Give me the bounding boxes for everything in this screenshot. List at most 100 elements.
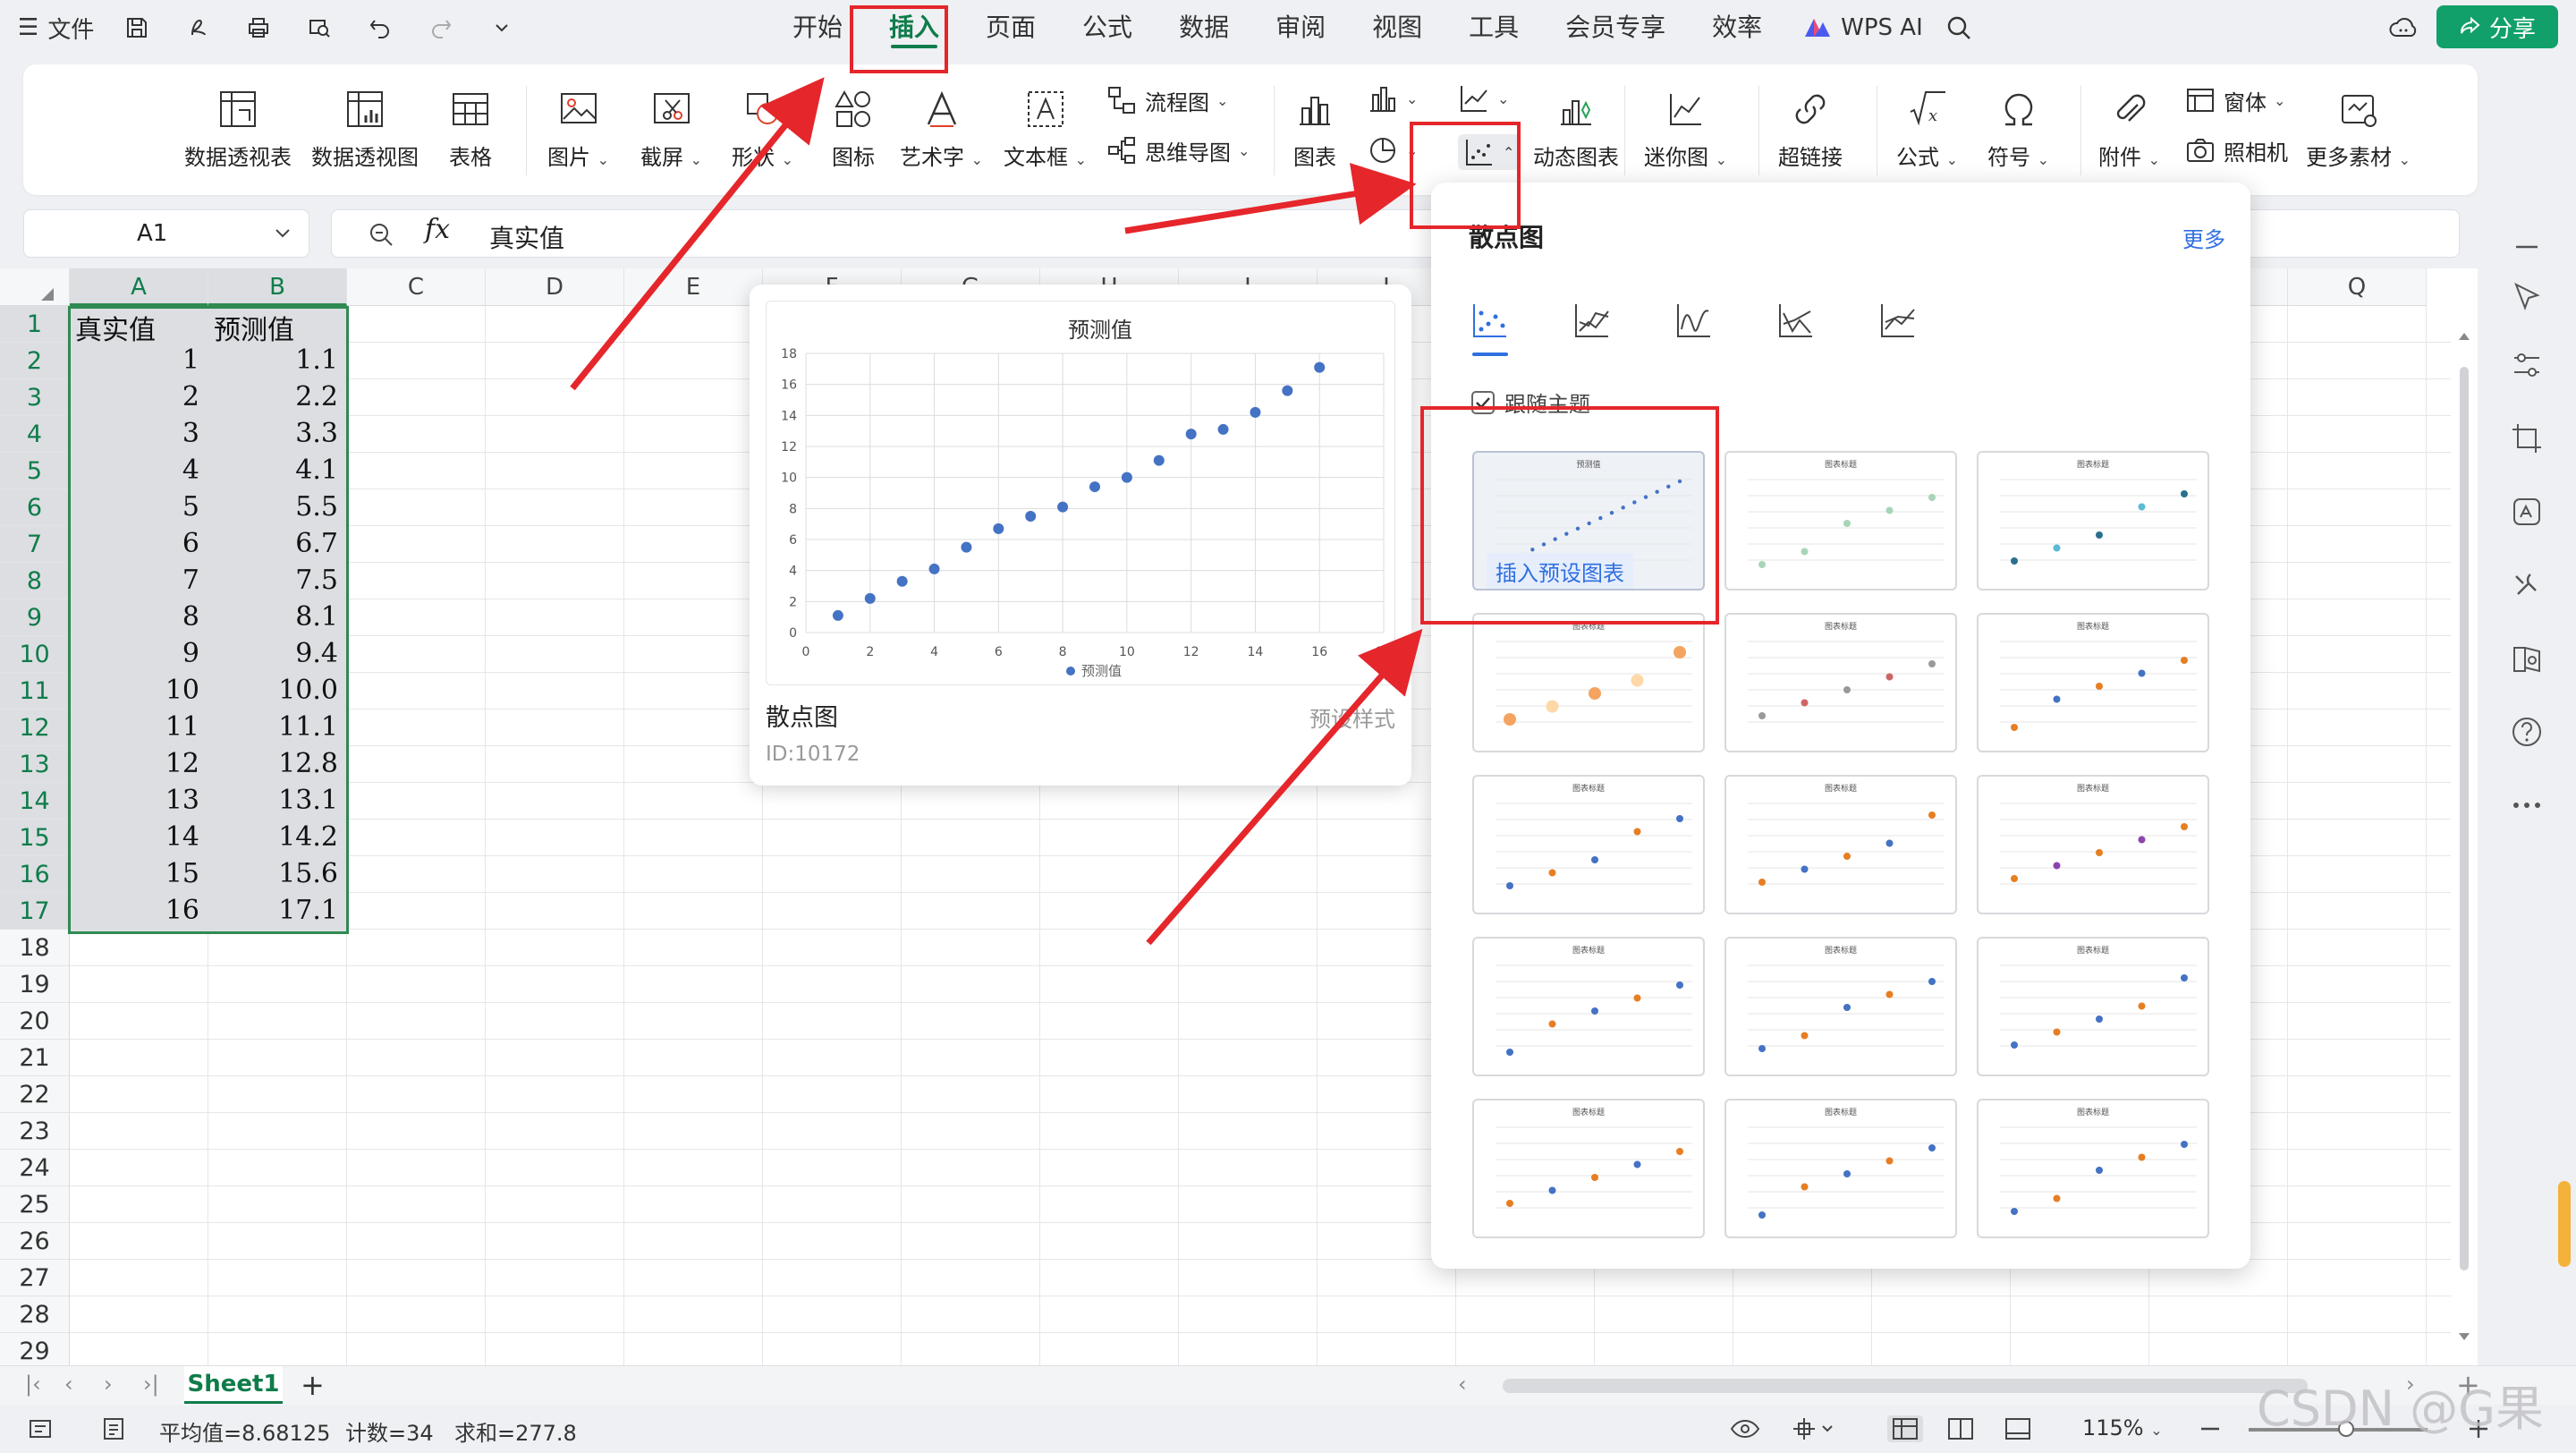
- scatter-smooth-markers-type-icon[interactable]: [1569, 297, 1615, 344]
- undo-icon[interactable]: [362, 10, 398, 46]
- prev-sheet-icon[interactable]: ‹: [64, 1372, 73, 1397]
- search-icon[interactable]: [1941, 10, 1977, 46]
- pivot-table-button[interactable]: 数据透视表: [184, 84, 292, 171]
- tools-wrench-icon[interactable]: [2509, 567, 2545, 603]
- horizontal-scrollbar[interactable]: [1503, 1379, 2308, 1393]
- dynamic-chart-button[interactable]: 动态图表: [1533, 84, 1619, 171]
- print-icon[interactable]: [241, 10, 276, 46]
- ai-design-icon[interactable]: [2509, 494, 2545, 530]
- row-header-15[interactable]: 15: [0, 820, 70, 856]
- row-header-9[interactable]: 9: [0, 599, 70, 636]
- row-header-25[interactable]: 25: [0, 1186, 70, 1223]
- tab-review[interactable]: 审阅: [1252, 0, 1349, 55]
- column-header-e[interactable]: E: [624, 268, 763, 306]
- preset-chart-thumbnail[interactable]: 图表标题: [1724, 1099, 1957, 1238]
- side-handle[interactable]: [2558, 1181, 2571, 1267]
- select-all-corner[interactable]: [0, 268, 70, 306]
- collapse-panel-icon[interactable]: [2509, 229, 2545, 265]
- column-header-b[interactable]: B: [208, 268, 347, 306]
- more-assets-button[interactable]: 更多素材 ⌄: [2306, 84, 2411, 171]
- window-button[interactable]: 窗体 ⌄: [2184, 84, 2285, 116]
- column-chart-dropdown[interactable]: ⌄: [1367, 82, 1418, 115]
- tab-view[interactable]: 视图: [1349, 0, 1445, 55]
- adjust-sliders-icon[interactable]: [2509, 347, 2545, 383]
- preset-chart-thumbnail[interactable]: 图表标题: [1472, 1099, 1705, 1238]
- pivot-chart-button[interactable]: 数据透视图: [311, 84, 419, 171]
- row-header-3[interactable]: 3: [0, 379, 70, 416]
- tab-member[interactable]: 会员专享: [1542, 0, 1689, 55]
- row-header-17[interactable]: 17: [0, 893, 70, 930]
- normal-view-icon[interactable]: [1887, 1415, 1923, 1442]
- preset-chart-thumbnail[interactable]: 图表标题: [1724, 775, 1957, 914]
- shapes-button[interactable]: 形状 ⌄: [732, 84, 793, 171]
- last-sheet-icon[interactable]: ›|: [143, 1372, 159, 1397]
- row-header-11[interactable]: 11: [0, 673, 70, 710]
- scatter-straight-markers-type-icon[interactable]: [1773, 297, 1819, 344]
- preset-chart-thumbnail[interactable]: 图表标题: [1977, 613, 2209, 752]
- chevron-down-icon[interactable]: [484, 10, 520, 46]
- textbox-button[interactable]: 文本框 ⌄: [1004, 84, 1087, 171]
- preset-chart-thumbnail[interactable]: 图表标题: [1472, 775, 1705, 914]
- preset-chart-thumbnail[interactable]: 图表标题: [1977, 775, 2209, 914]
- file-menu[interactable]: ☰ 文件: [18, 12, 94, 45]
- more-link[interactable]: 更多: [2182, 222, 2225, 253]
- hyperlink-button[interactable]: 超链接: [1778, 84, 1843, 171]
- document-icon[interactable]: [100, 1415, 127, 1442]
- row-header-14[interactable]: 14: [0, 783, 70, 820]
- cell-mode-icon[interactable]: [1791, 1415, 1835, 1442]
- more-options-icon[interactable]: [2509, 787, 2545, 823]
- macro-icon[interactable]: [27, 1415, 54, 1442]
- row-header-16[interactable]: 16: [0, 856, 70, 893]
- row-header-13[interactable]: 13: [0, 746, 70, 783]
- redo-icon[interactable]: [423, 10, 459, 46]
- zoom-level[interactable]: 115% ⌄: [2082, 1415, 2163, 1440]
- row-header-1[interactable]: 1: [0, 306, 70, 343]
- tab-formula[interactable]: 公式: [1059, 0, 1156, 55]
- tab-page[interactable]: 页面: [962, 0, 1059, 55]
- preset-chart-thumbnail[interactable]: 图表标题: [1472, 613, 1705, 752]
- preset-chart-thumbnail[interactable]: 图表标题: [1977, 1099, 2209, 1238]
- scatter-straight-type-icon[interactable]: [1875, 297, 1921, 344]
- icons-button[interactable]: 图标: [828, 84, 878, 171]
- book-reference-icon[interactable]: [2509, 641, 2545, 676]
- row-header-22[interactable]: 22: [0, 1076, 70, 1113]
- row-header-29[interactable]: 29: [0, 1333, 70, 1365]
- row-header-8[interactable]: 8: [0, 563, 70, 599]
- save-icon[interactable]: [119, 10, 155, 46]
- print-preview-icon[interactable]: [301, 10, 337, 46]
- column-header-q[interactable]: Q: [2288, 268, 2427, 306]
- vertical-scrollbar[interactable]: [2451, 304, 2478, 1358]
- preset-chart-thumbnail[interactable]: 图表标题: [1977, 937, 2209, 1076]
- row-header-18[interactable]: 18: [0, 930, 70, 966]
- help-icon[interactable]: [2509, 714, 2545, 750]
- page-break-view-icon[interactable]: [2004, 1415, 2032, 1442]
- hscroll-left-icon[interactable]: ‹: [1458, 1372, 1467, 1397]
- zoom-out-icon[interactable]: [2197, 1415, 2224, 1442]
- preset-chart-thumbnail[interactable]: 图表标题: [1724, 937, 1957, 1076]
- page-layout-view-icon[interactable]: [1946, 1415, 1975, 1442]
- picture-button[interactable]: 图片 ⌄: [547, 84, 609, 171]
- scatter-markers-type-icon[interactable]: [1467, 297, 1513, 356]
- camera-button[interactable]: 照相机: [2184, 134, 2288, 166]
- row-header-23[interactable]: 23: [0, 1113, 70, 1150]
- tab-data[interactable]: 数据: [1156, 0, 1252, 55]
- row-header-21[interactable]: 21: [0, 1040, 70, 1076]
- row-header-4[interactable]: 4: [0, 416, 70, 453]
- chart-button[interactable]: 图表: [1290, 84, 1340, 171]
- scatter-smooth-type-icon[interactable]: [1671, 297, 1717, 344]
- row-header-26[interactable]: 26: [0, 1223, 70, 1260]
- column-header-c[interactable]: C: [347, 268, 486, 306]
- next-sheet-icon[interactable]: ›: [104, 1372, 113, 1397]
- flowchart-button[interactable]: 流程图 ⌄: [1106, 84, 1228, 116]
- preset-chart-thumbnail[interactable]: 图表标题: [1977, 451, 2209, 591]
- column-header-a[interactable]: A: [70, 268, 208, 306]
- crop-transform-icon[interactable]: [2509, 421, 2545, 456]
- row-header-6[interactable]: 6: [0, 489, 70, 526]
- screenshot-button[interactable]: 截屏 ⌄: [640, 84, 702, 171]
- first-sheet-icon[interactable]: |‹: [25, 1372, 41, 1397]
- preset-chart-thumbnail[interactable]: 图表标题: [1724, 613, 1957, 752]
- column-header-d[interactable]: D: [486, 268, 624, 306]
- table-button[interactable]: 表格: [445, 84, 496, 171]
- attachment-button[interactable]: 附件 ⌄: [2098, 84, 2160, 171]
- wps-ai-button[interactable]: WPS AI: [1785, 14, 1941, 41]
